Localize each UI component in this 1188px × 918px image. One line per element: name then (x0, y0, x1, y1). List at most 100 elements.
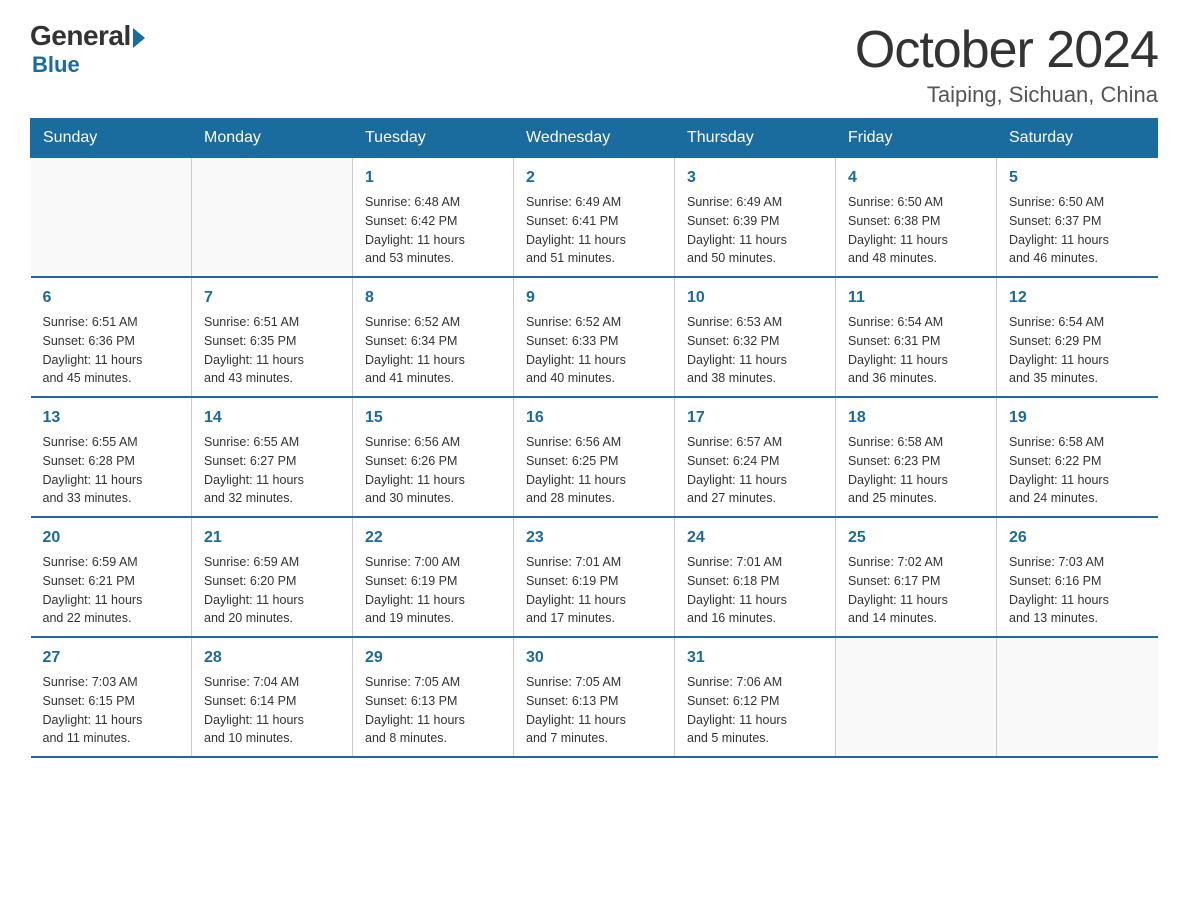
day-info: Sunrise: 6:55 AM Sunset: 6:28 PM Dayligh… (43, 433, 180, 508)
day-info: Sunrise: 7:05 AM Sunset: 6:13 PM Dayligh… (526, 673, 662, 748)
table-row: 18Sunrise: 6:58 AM Sunset: 6:23 PM Dayli… (836, 397, 997, 517)
header-sunday: Sunday (31, 119, 192, 158)
table-row: 7Sunrise: 6:51 AM Sunset: 6:35 PM Daylig… (192, 277, 353, 397)
title-block: October 2024 Taiping, Sichuan, China (855, 20, 1158, 108)
table-row: 8 Sunrise: 6:52 AM Sunset: 6:34 PM Daylig… (353, 277, 514, 397)
day-number: 21 (204, 526, 340, 550)
table-row: 21 Sunrise: 6:59 AM Sunset: 6:20 PM Dayli… (192, 517, 353, 637)
table-row: 6 Sunrise: 6:51 AM Sunset: 6:36 PM Daylig… (31, 277, 192, 397)
day-number: 31 (687, 646, 823, 670)
week-row-2: 6 Sunrise: 6:51 AM Sunset: 6:36 PM Daylig… (31, 277, 1158, 397)
header-thursday: Thursday (675, 119, 836, 158)
day-info: Sunrise: 7:00 AM Sunset: 6:19 PM Dayligh… (365, 553, 501, 628)
day-info: Sunrise: 6:58 AM Sunset: 6:22 PM Dayligh… (1009, 433, 1146, 508)
day-number: 6 (43, 286, 180, 310)
table-row: 16 Sunrise: 6:56 AM Sunset: 6:25 PM Dayli… (514, 397, 675, 517)
day-number: 5 (1009, 166, 1146, 190)
table-row (836, 637, 997, 757)
header-row: SundayMondayTuesdayWednesdayThursdayFrid… (31, 119, 1158, 158)
day-number: 22 (365, 526, 501, 550)
header-tuesday: Tuesday (353, 119, 514, 158)
day-number: 10 (687, 286, 823, 310)
day-info: Sunrise: 7:04 AM Sunset: 6:14 PM Dayligh… (204, 673, 340, 748)
day-info: Sunrise: 6:52 AM Sunset: 6:34 PM Dayligh… (365, 313, 501, 388)
table-row: 17Sunrise: 6:57 AM Sunset: 6:24 PM Dayli… (675, 397, 836, 517)
day-info: Sunrise: 7:03 AM Sunset: 6:16 PM Dayligh… (1009, 553, 1146, 628)
calendar-body: 1 Sunrise: 6:48 AM Sunset: 6:42 PM Daylig… (31, 158, 1158, 758)
day-number: 19 (1009, 406, 1146, 430)
day-number: 13 (43, 406, 180, 430)
day-info: Sunrise: 6:59 AM Sunset: 6:20 PM Dayligh… (204, 553, 340, 628)
day-info: Sunrise: 6:48 AM Sunset: 6:42 PM Dayligh… (365, 193, 501, 268)
day-number: 16 (526, 406, 662, 430)
day-number: 30 (526, 646, 662, 670)
day-info: Sunrise: 6:49 AM Sunset: 6:39 PM Dayligh… (687, 193, 823, 268)
day-info: Sunrise: 6:55 AM Sunset: 6:27 PM Dayligh… (204, 433, 340, 508)
table-row: 26 Sunrise: 7:03 AM Sunset: 6:16 PM Dayli… (997, 517, 1158, 637)
day-info: Sunrise: 7:03 AM Sunset: 6:15 PM Dayligh… (43, 673, 180, 748)
day-number: 24 (687, 526, 823, 550)
day-number: 7 (204, 286, 340, 310)
day-info: Sunrise: 6:51 AM Sunset: 6:36 PM Dayligh… (43, 313, 180, 388)
day-number: 14 (204, 406, 340, 430)
day-number: 15 (365, 406, 501, 430)
logo-arrow-icon (133, 28, 145, 48)
day-info: Sunrise: 6:54 AM Sunset: 6:29 PM Dayligh… (1009, 313, 1146, 388)
day-number: 23 (526, 526, 662, 550)
logo-blue-text: Blue (32, 52, 80, 78)
day-info: Sunrise: 6:56 AM Sunset: 6:25 PM Dayligh… (526, 433, 662, 508)
table-row: 14 Sunrise: 6:55 AM Sunset: 6:27 PM Dayli… (192, 397, 353, 517)
table-row: 20Sunrise: 6:59 AM Sunset: 6:21 PM Dayli… (31, 517, 192, 637)
month-title: October 2024 (855, 20, 1158, 80)
week-row-1: 1 Sunrise: 6:48 AM Sunset: 6:42 PM Daylig… (31, 158, 1158, 278)
day-number: 28 (204, 646, 340, 670)
logo-general-text: General (30, 20, 131, 52)
calendar-header: SundayMondayTuesdayWednesdayThursdayFrid… (31, 119, 1158, 158)
table-row: 22 Sunrise: 7:00 AM Sunset: 6:19 PM Dayli… (353, 517, 514, 637)
day-info: Sunrise: 6:50 AM Sunset: 6:37 PM Dayligh… (1009, 193, 1146, 268)
table-row: 28 Sunrise: 7:04 AM Sunset: 6:14 PM Dayli… (192, 637, 353, 757)
day-info: Sunrise: 7:01 AM Sunset: 6:18 PM Dayligh… (687, 553, 823, 628)
day-info: Sunrise: 7:05 AM Sunset: 6:13 PM Dayligh… (365, 673, 501, 748)
table-row: 29 Sunrise: 7:05 AM Sunset: 6:13 PM Dayli… (353, 637, 514, 757)
table-row: 23 Sunrise: 7:01 AM Sunset: 6:19 PM Dayli… (514, 517, 675, 637)
week-row-5: 27Sunrise: 7:03 AM Sunset: 6:15 PM Dayli… (31, 637, 1158, 757)
day-number: 2 (526, 166, 662, 190)
header-monday: Monday (192, 119, 353, 158)
day-info: Sunrise: 6:49 AM Sunset: 6:41 PM Dayligh… (526, 193, 662, 268)
day-info: Sunrise: 6:53 AM Sunset: 6:32 PM Dayligh… (687, 313, 823, 388)
week-row-4: 20Sunrise: 6:59 AM Sunset: 6:21 PM Dayli… (31, 517, 1158, 637)
day-info: Sunrise: 6:50 AM Sunset: 6:38 PM Dayligh… (848, 193, 984, 268)
table-row: 12Sunrise: 6:54 AM Sunset: 6:29 PM Dayli… (997, 277, 1158, 397)
day-number: 4 (848, 166, 984, 190)
day-number: 25 (848, 526, 984, 550)
day-info: Sunrise: 6:56 AM Sunset: 6:26 PM Dayligh… (365, 433, 501, 508)
page-header: General Blue October 2024 Taiping, Sichu… (30, 20, 1158, 108)
day-info: Sunrise: 6:52 AM Sunset: 6:33 PM Dayligh… (526, 313, 662, 388)
header-wednesday: Wednesday (514, 119, 675, 158)
table-row: 3 Sunrise: 6:49 AM Sunset: 6:39 PM Daylig… (675, 158, 836, 278)
table-row (997, 637, 1158, 757)
day-number: 26 (1009, 526, 1146, 550)
day-number: 9 (526, 286, 662, 310)
day-number: 11 (848, 286, 984, 310)
table-row: 2 Sunrise: 6:49 AM Sunset: 6:41 PM Daylig… (514, 158, 675, 278)
week-row-3: 13 Sunrise: 6:55 AM Sunset: 6:28 PM Dayli… (31, 397, 1158, 517)
day-number: 29 (365, 646, 501, 670)
header-saturday: Saturday (997, 119, 1158, 158)
day-info: Sunrise: 7:01 AM Sunset: 6:19 PM Dayligh… (526, 553, 662, 628)
day-number: 8 (365, 286, 501, 310)
day-number: 3 (687, 166, 823, 190)
calendar-table: SundayMondayTuesdayWednesdayThursdayFrid… (30, 118, 1158, 758)
day-number: 17 (687, 406, 823, 430)
logo: General Blue (30, 20, 145, 78)
day-info: Sunrise: 7:06 AM Sunset: 6:12 PM Dayligh… (687, 673, 823, 748)
table-row: 15 Sunrise: 6:56 AM Sunset: 6:26 PM Dayli… (353, 397, 514, 517)
table-row (31, 158, 192, 278)
header-friday: Friday (836, 119, 997, 158)
table-row: 11Sunrise: 6:54 AM Sunset: 6:31 PM Dayli… (836, 277, 997, 397)
day-number: 1 (365, 166, 501, 190)
table-row: 1 Sunrise: 6:48 AM Sunset: 6:42 PM Daylig… (353, 158, 514, 278)
table-row: 4 Sunrise: 6:50 AM Sunset: 6:38 PM Daylig… (836, 158, 997, 278)
day-number: 20 (43, 526, 180, 550)
